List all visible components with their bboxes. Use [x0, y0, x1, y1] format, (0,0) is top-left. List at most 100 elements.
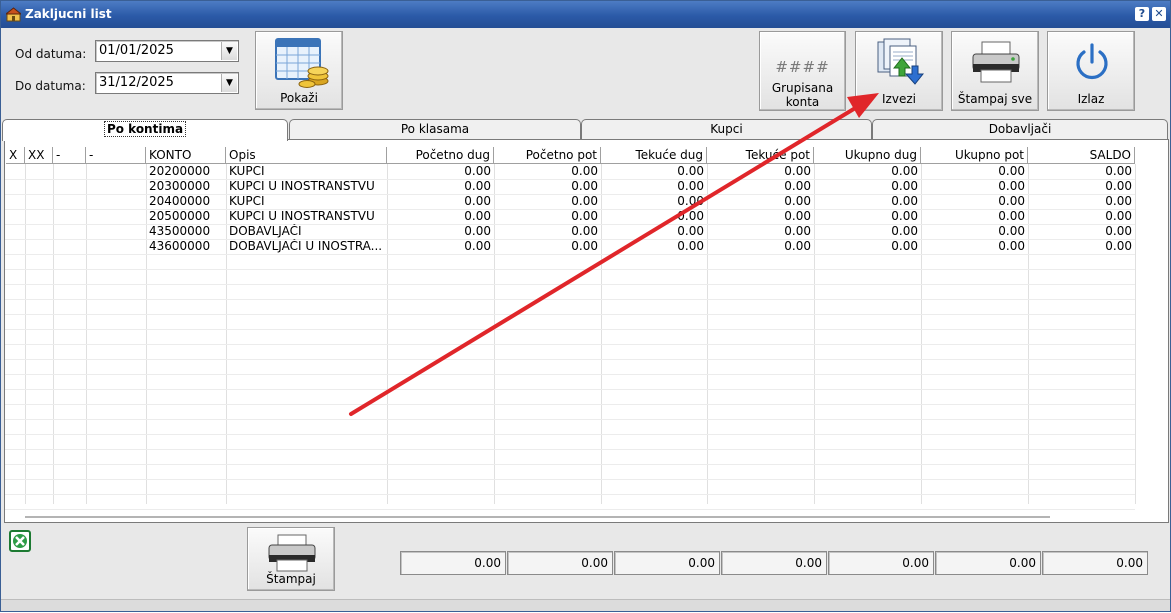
chevron-down-icon[interactable]: ▼ [221, 74, 237, 92]
amount-cell: 0.00 [891, 209, 918, 223]
amount-cell: 0.00 [1105, 179, 1132, 193]
grid-row-line [5, 299, 1135, 300]
opis-cell: DOBAVLJAČI [229, 224, 302, 238]
amount-cell: 0.00 [1105, 239, 1132, 253]
print-all-button[interactable]: Štampaj sve [951, 31, 1039, 111]
opis-cell: KUPCI [229, 164, 265, 178]
amount-cell: 0.00 [571, 239, 598, 253]
tab-po-klasama[interactable]: Po klasama [289, 119, 581, 139]
grid-column-line [1135, 164, 1136, 504]
amount-cell: 0.00 [464, 224, 491, 238]
show-button[interactable]: Pokaži [255, 31, 343, 110]
grid-row-line [5, 464, 1135, 465]
col-header-x[interactable]: X [6, 147, 25, 164]
close-button[interactable]: ✕ [1152, 7, 1166, 21]
grid-row-line [5, 494, 1135, 495]
amount-cell: 0.00 [464, 209, 491, 223]
grouped-accounts-button[interactable]: #### Grupisana konta [759, 31, 846, 111]
amount-cell: 0.00 [784, 164, 811, 178]
calendar-coins-icon [275, 38, 329, 88]
col-header-saldo[interactable]: SALDO [1028, 147, 1135, 164]
col-header-ukupno-pot[interactable]: Ukupno pot [921, 147, 1028, 164]
zakljucni-list-window: Zakljucni list ? ✕ Od datuma: 01/01/2025… [0, 0, 1171, 612]
grid-row-line [5, 329, 1135, 330]
show-button-label: Pokaži [280, 91, 318, 105]
amount-cell: 0.00 [784, 194, 811, 208]
amount-cell: 0.00 [464, 194, 491, 208]
grid-row-line [5, 419, 1135, 420]
grid-row-line [5, 359, 1135, 360]
grid-row-line [5, 389, 1135, 390]
exit-button-label: Izlaz [1077, 92, 1105, 106]
col-header-konto[interactable]: KONTO [146, 147, 226, 164]
chevron-down-icon[interactable]: ▼ [221, 42, 237, 60]
grid-row-line [5, 344, 1135, 345]
grid-row-line [5, 434, 1135, 435]
grouped-symbol: #### [775, 58, 830, 76]
total-pocetno-dug: 0.00 [400, 551, 506, 575]
konto-cell: 43500000 [149, 224, 211, 238]
amount-cell: 0.00 [1105, 209, 1132, 223]
amount-cell: 0.00 [677, 239, 704, 253]
power-icon [1076, 43, 1108, 80]
grid-row-line [5, 374, 1135, 375]
amount-cell: 0.00 [998, 209, 1025, 223]
help-button[interactable]: ? [1135, 7, 1149, 21]
amount-cell: 0.00 [464, 179, 491, 193]
from-date-field[interactable]: 01/01/2025 ▼ [95, 40, 239, 62]
col-header-opis[interactable]: Opis [226, 147, 387, 164]
grid-row-line [5, 254, 1135, 255]
amount-cell: 0.00 [998, 164, 1025, 178]
tab-po-kontima[interactable]: Po kontima [2, 119, 288, 141]
col-header-tekuce-dug[interactable]: Tekuće dug [601, 147, 707, 164]
amount-cell: 0.00 [677, 164, 704, 178]
printer-icon [268, 534, 316, 572]
amount-cell: 0.00 [571, 179, 598, 193]
excel-icon[interactable] [9, 530, 31, 552]
horizontal-scrollbar[interactable] [25, 516, 1050, 518]
amount-cell: 0.00 [571, 224, 598, 238]
total-tekuce-dug: 0.00 [614, 551, 720, 575]
col-header-pocetno-dug[interactable]: Početno dug [387, 147, 494, 164]
col-header-tekuce-pot[interactable]: Tekuće pot [707, 147, 814, 164]
status-bar [1, 599, 1170, 611]
grid-row-line [5, 404, 1135, 405]
amount-cell: 0.00 [891, 239, 918, 253]
exit-button[interactable]: Izlaz [1047, 31, 1135, 111]
tab-kupci[interactable]: Kupci [581, 119, 872, 139]
amount-cell: 0.00 [571, 209, 598, 223]
to-date-field[interactable]: 31/12/2025 ▼ [95, 72, 239, 94]
export-button[interactable]: Izvezi [855, 31, 943, 111]
amount-cell: 0.00 [464, 239, 491, 253]
grid-column-line [86, 164, 87, 504]
amount-cell: 0.00 [891, 179, 918, 193]
grid-row-line [5, 509, 1135, 510]
total-saldo: 0.00 [1042, 551, 1148, 575]
amount-cell: 0.00 [677, 194, 704, 208]
col-header-dash-2[interactable]: - [86, 147, 146, 164]
amount-cell: 0.00 [784, 179, 811, 193]
opis-cell: KUPCI [229, 194, 265, 208]
print-button-label: Štampaj [266, 572, 316, 586]
total-tekuce-pot: 0.00 [721, 551, 827, 575]
amount-cell: 0.00 [998, 239, 1025, 253]
col-header-ukupno-dug[interactable]: Ukupno dug [814, 147, 921, 164]
amount-cell: 0.00 [784, 209, 811, 223]
col-header-dash-1[interactable]: - [53, 147, 86, 164]
print-all-button-label: Štampaj sve [957, 92, 1033, 106]
amount-cell: 0.00 [891, 194, 918, 208]
opis-cell: KUPCI U INOSTRANSTVU [229, 209, 375, 223]
tab-dobavljaci[interactable]: Dobavljači [872, 119, 1168, 139]
grid-row-line [5, 284, 1135, 285]
print-button[interactable]: Štampaj [247, 527, 335, 591]
accounts-table[interactable]: X XX - - KONTO Opis Početno dug Početno … [4, 139, 1169, 523]
tab-label: Po kontima [103, 121, 187, 137]
home-icon [6, 7, 21, 22]
export-files-icon [877, 38, 924, 85]
amount-cell: 0.00 [677, 179, 704, 193]
konto-cell: 20400000 [149, 194, 211, 208]
konto-cell: 20300000 [149, 179, 211, 193]
col-header-pocetno-pot[interactable]: Početno pot [494, 147, 601, 164]
col-header-xx[interactable]: XX [25, 147, 53, 164]
grid-row-line [5, 449, 1135, 450]
